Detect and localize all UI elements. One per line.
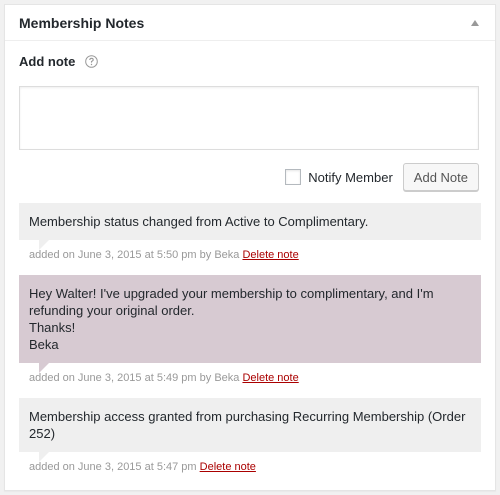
note-date: added on June 3, 2015 at 5:49 pm <box>29 372 197 384</box>
note-text: Membership access granted from purchasin… <box>29 409 466 441</box>
note-meta: added on June 3, 2015 at 5:50 pm by Beka… <box>19 247 481 263</box>
notify-member-label: Notify Member <box>308 169 393 185</box>
note-item: Hey Walter! I've upgraded your membershi… <box>19 275 481 386</box>
note-body: Membership access granted from purchasin… <box>19 398 481 452</box>
note-date: added on June 3, 2015 at 5:47 pm <box>29 461 197 473</box>
note-author: by Beka <box>199 372 240 384</box>
note-textarea[interactable] <box>19 86 479 150</box>
note-item: Membership access granted from purchasin… <box>19 398 481 475</box>
note-author: by Beka <box>199 249 240 261</box>
note-item: Membership status changed from Active to… <box>19 203 481 263</box>
notify-member-toggle[interactable]: Notify Member <box>285 169 393 185</box>
collapse-toggle-icon[interactable] <box>469 17 481 29</box>
note-text: Beka <box>29 337 59 352</box>
note-meta: added on June 3, 2015 at 5:49 pm by Beka… <box>19 370 481 386</box>
delete-note-link[interactable]: Delete note <box>242 249 298 261</box>
panel-header: Membership Notes <box>5 5 495 41</box>
note-meta: added on June 3, 2015 at 5:47 pm Delete … <box>19 459 481 475</box>
panel-title: Membership Notes <box>19 14 145 31</box>
note-text: Membership status changed from Active to… <box>29 214 369 229</box>
note-body-customer: Hey Walter! I've upgraded your membershi… <box>19 275 481 363</box>
delete-note-link[interactable]: Delete note <box>200 461 256 473</box>
add-note-row: Add note <box>19 54 99 69</box>
note-pointer <box>39 452 49 462</box>
note-actions: Notify Member Add Note <box>285 163 479 191</box>
note-pointer <box>39 363 49 373</box>
note-date: added on June 3, 2015 at 5:50 pm <box>29 249 197 261</box>
note-pointer <box>39 240 49 250</box>
delete-note-link[interactable]: Delete note <box>242 372 298 384</box>
add-note-button[interactable]: Add Note <box>402 163 479 191</box>
help-icon[interactable] <box>85 55 99 68</box>
notes-list: Membership status changed from Active to… <box>19 203 481 475</box>
note-text: Hey Walter! I've upgraded your membershi… <box>29 286 434 318</box>
note-text: Thanks! <box>29 320 76 335</box>
notify-member-checkbox[interactable] <box>285 169 302 185</box>
add-note-label: Add note <box>19 54 76 69</box>
membership-notes-panel: Membership Notes Add note Notify Member … <box>4 4 496 491</box>
note-body: Membership status changed from Active to… <box>19 203 481 240</box>
